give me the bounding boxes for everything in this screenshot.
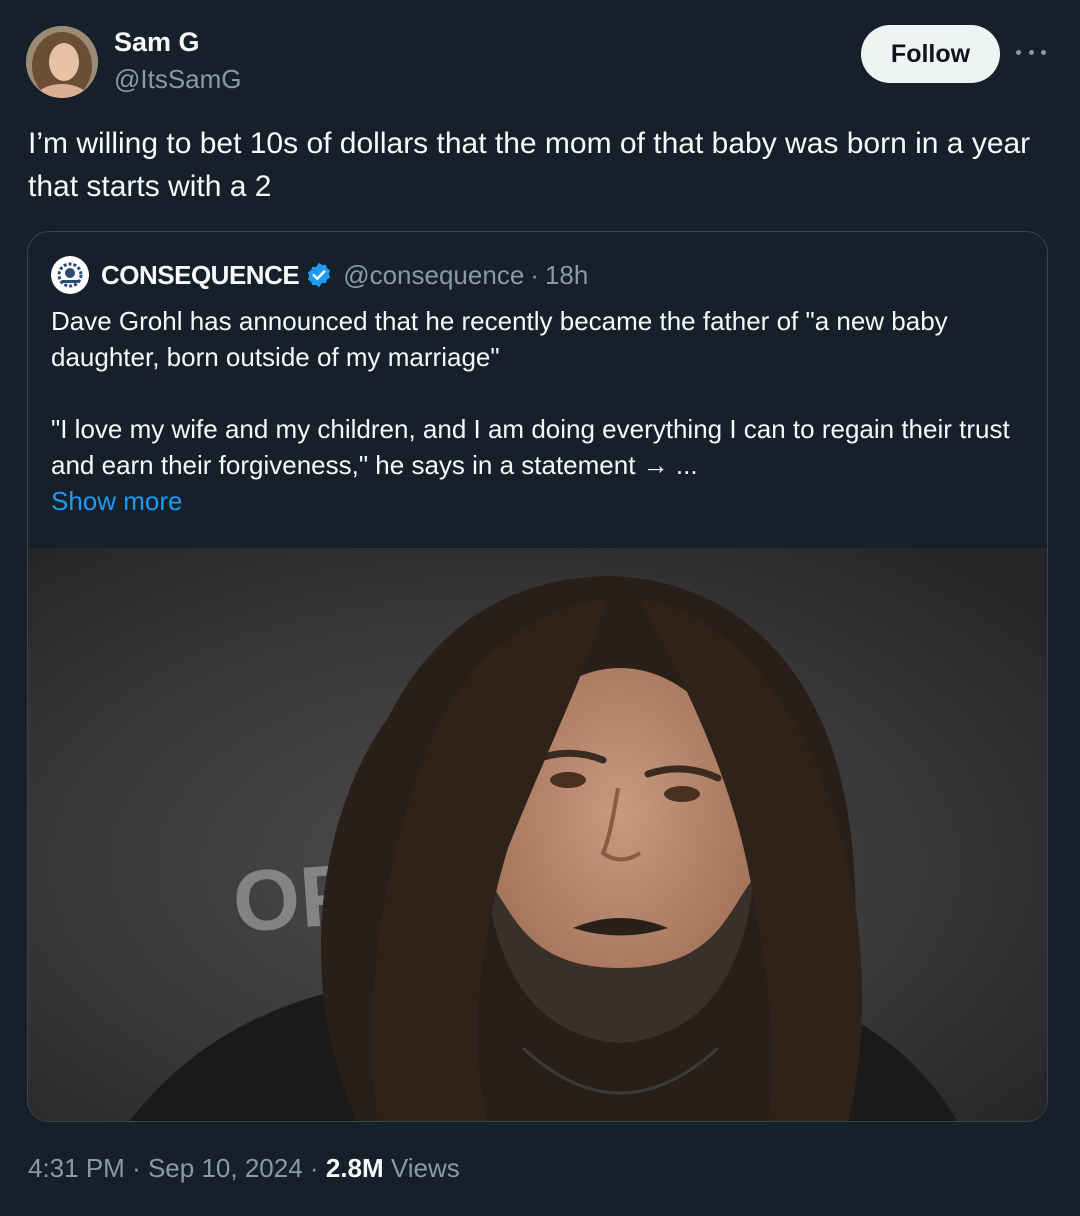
quote-timestamp[interactable]: 18h (545, 260, 588, 291)
portrait-photo: OPE (28, 548, 1047, 1121)
views-label: Views (390, 1153, 460, 1183)
quoted-tweet[interactable]: CONSEQUENCE @consequence · 18h Dave Groh… (27, 231, 1048, 1122)
quote-text: Dave Grohl has announced that he recentl… (51, 303, 1026, 483)
more-options-icon[interactable] (1016, 40, 1046, 64)
avatar-photo (26, 26, 98, 98)
quote-avatar[interactable] (51, 256, 89, 294)
author-handle[interactable]: @ItsSamG (114, 62, 242, 96)
show-more-link[interactable]: Show more (51, 483, 183, 519)
meta-separator-1: · (132, 1153, 141, 1183)
tweet-timestamp: 4:31 PM · Sep 10, 2024 · 2.8M Views (28, 1150, 460, 1186)
author-avatar[interactable] (26, 26, 98, 98)
author-info: Sam G @ItsSamG (114, 26, 242, 96)
quote-handle[interactable]: @consequence (343, 260, 524, 291)
verified-badge-icon (308, 262, 331, 288)
tweet-text: I’m willing to bet 10s of dollars that t… (28, 127, 1031, 203)
tweet: Sam G @ItsSamG Follow I’m willing to bet… (0, 0, 1080, 1216)
follow-button[interactable]: Follow (861, 25, 1000, 83)
quote-display-name[interactable]: CONSEQUENCE (101, 260, 300, 291)
quote-paragraph-2: "I love my wife and my children, and I a… (51, 414, 1010, 480)
views-count[interactable]: 2.8M (326, 1153, 384, 1183)
tweet-time[interactable]: 4:31 PM (28, 1153, 125, 1183)
quote-paragraph-1: Dave Grohl has announced that he recentl… (51, 306, 948, 372)
meta-separator-2: · (309, 1153, 319, 1183)
consequence-logo-icon (57, 262, 83, 288)
quote-separator: · (530, 259, 539, 290)
quote-header: CONSEQUENCE @consequence · 18h (51, 256, 588, 294)
tweet-date[interactable]: Sep 10, 2024 (148, 1153, 303, 1183)
author-display-name[interactable]: Sam G (114, 26, 242, 58)
quote-media-image[interactable]: OPE (28, 548, 1047, 1121)
